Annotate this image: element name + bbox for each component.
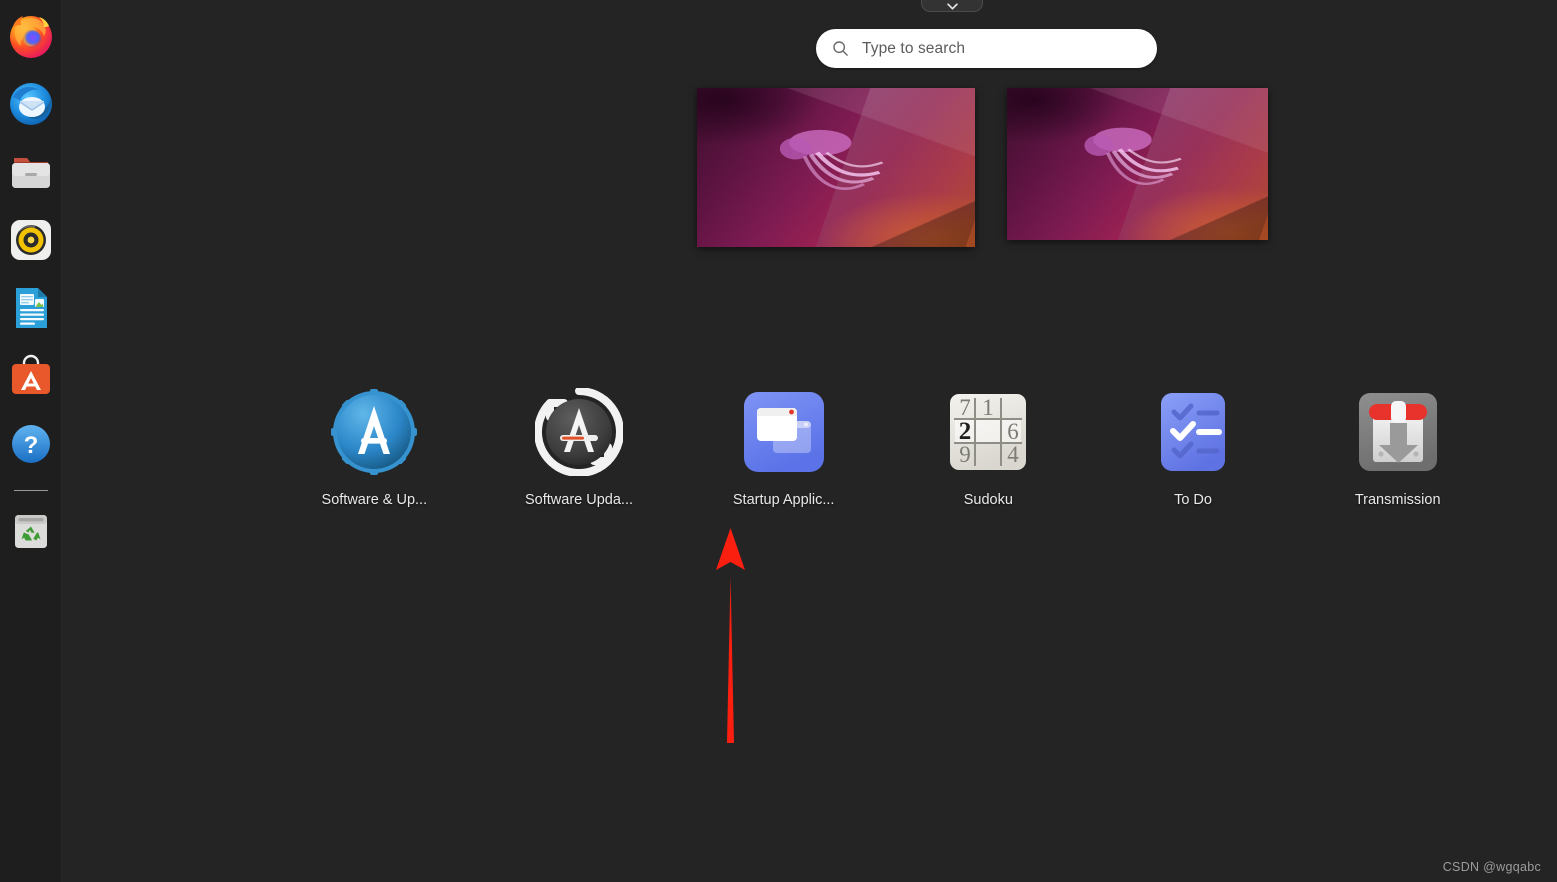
- app-item-software-and-updates[interactable]: Software & Up...: [272, 388, 477, 508]
- app-label: Software Upda...: [525, 492, 633, 508]
- todo-icon: [1149, 388, 1237, 476]
- search-bar[interactable]: Type to search: [816, 29, 1157, 68]
- startup-applications-icon: [740, 388, 828, 476]
- app-item-startup-applications[interactable]: Startup Applic...: [681, 388, 886, 508]
- wallpaper-jammy-jellyfish: [1007, 88, 1268, 240]
- help-question-icon: ?: [12, 425, 50, 463]
- ubuntu-software-icon: [12, 354, 50, 394]
- app-label: Transmission: [1354, 492, 1441, 508]
- files-folder-icon: [12, 158, 50, 188]
- svg-text:9: 9: [960, 442, 972, 467]
- svg-text:2: 2: [959, 418, 972, 445]
- sudoku-icon: 7 1 6 9 4 2: [944, 388, 1032, 476]
- dock-item-trash[interactable]: [7, 507, 55, 555]
- svg-text:7: 7: [960, 395, 972, 420]
- libreoffice-writer-icon: [16, 288, 47, 328]
- svg-text:1: 1: [983, 395, 995, 420]
- workspace-thumbnail-2[interactable]: [1007, 88, 1268, 240]
- dock-item-libreoffice-writer[interactable]: [7, 284, 55, 332]
- app-label: Startup Applic...: [732, 492, 835, 508]
- chevron-down-icon: [946, 3, 958, 10]
- app-label: To Do: [1174, 492, 1212, 508]
- search-input[interactable]: Type to search: [816, 29, 1157, 68]
- dock-item-help[interactable]: ?: [7, 420, 55, 468]
- workspace-thumbnails: [697, 88, 1268, 247]
- system-menu-popover[interactable]: [921, 0, 983, 12]
- search-placeholder-text: Type to search: [862, 39, 966, 57]
- dock-item-ubuntu-software[interactable]: [7, 352, 55, 400]
- svg-text:6: 6: [1008, 419, 1020, 444]
- transmission-icon: [1354, 388, 1442, 476]
- watermark: CSDN @wgqabc: [1442, 860, 1541, 874]
- rhythmbox-icon: [11, 220, 51, 260]
- workspace-thumbnail-1[interactable]: [697, 88, 975, 247]
- app-item-software-updater[interactable]: Software Upda...: [477, 387, 682, 508]
- dock-item-files[interactable]: [7, 148, 55, 196]
- app-grid: Software & Up... Software Upda... Startu…: [272, 387, 1500, 508]
- dock-item-rhythmbox[interactable]: [7, 216, 55, 264]
- search-icon: [833, 41, 848, 56]
- svg-text:?: ?: [24, 432, 39, 459]
- app-item-to-do[interactable]: To Do: [1091, 388, 1296, 508]
- app-item-sudoku[interactable]: 7 1 6 9 4 2 Sudoku: [886, 388, 1091, 508]
- app-label: Sudoku: [963, 492, 1013, 508]
- jellyfish-graphic: [1084, 128, 1183, 186]
- firefox-icon: [10, 16, 52, 58]
- thunderbird-icon: [10, 83, 52, 125]
- dock-separator: [14, 490, 48, 491]
- software-and-updates-icon: [330, 388, 418, 476]
- trash-recycle-icon: [15, 515, 47, 548]
- jellyfish-graphic: [779, 129, 884, 190]
- activities-overview: ? Type to search Software & Up... Softwa…: [0, 0, 1557, 882]
- dock: ?: [0, 0, 62, 882]
- app-item-transmission[interactable]: Transmission: [1295, 388, 1500, 508]
- wallpaper-jammy-jellyfish: [697, 88, 975, 247]
- software-updater-icon: [533, 387, 624, 477]
- svg-text:4: 4: [1008, 442, 1020, 467]
- dock-item-firefox[interactable]: [7, 12, 55, 60]
- dock-item-thunderbird[interactable]: [7, 80, 55, 128]
- app-label: Software & Up...: [321, 492, 428, 508]
- annotation-arrow-icon: [716, 528, 745, 743]
